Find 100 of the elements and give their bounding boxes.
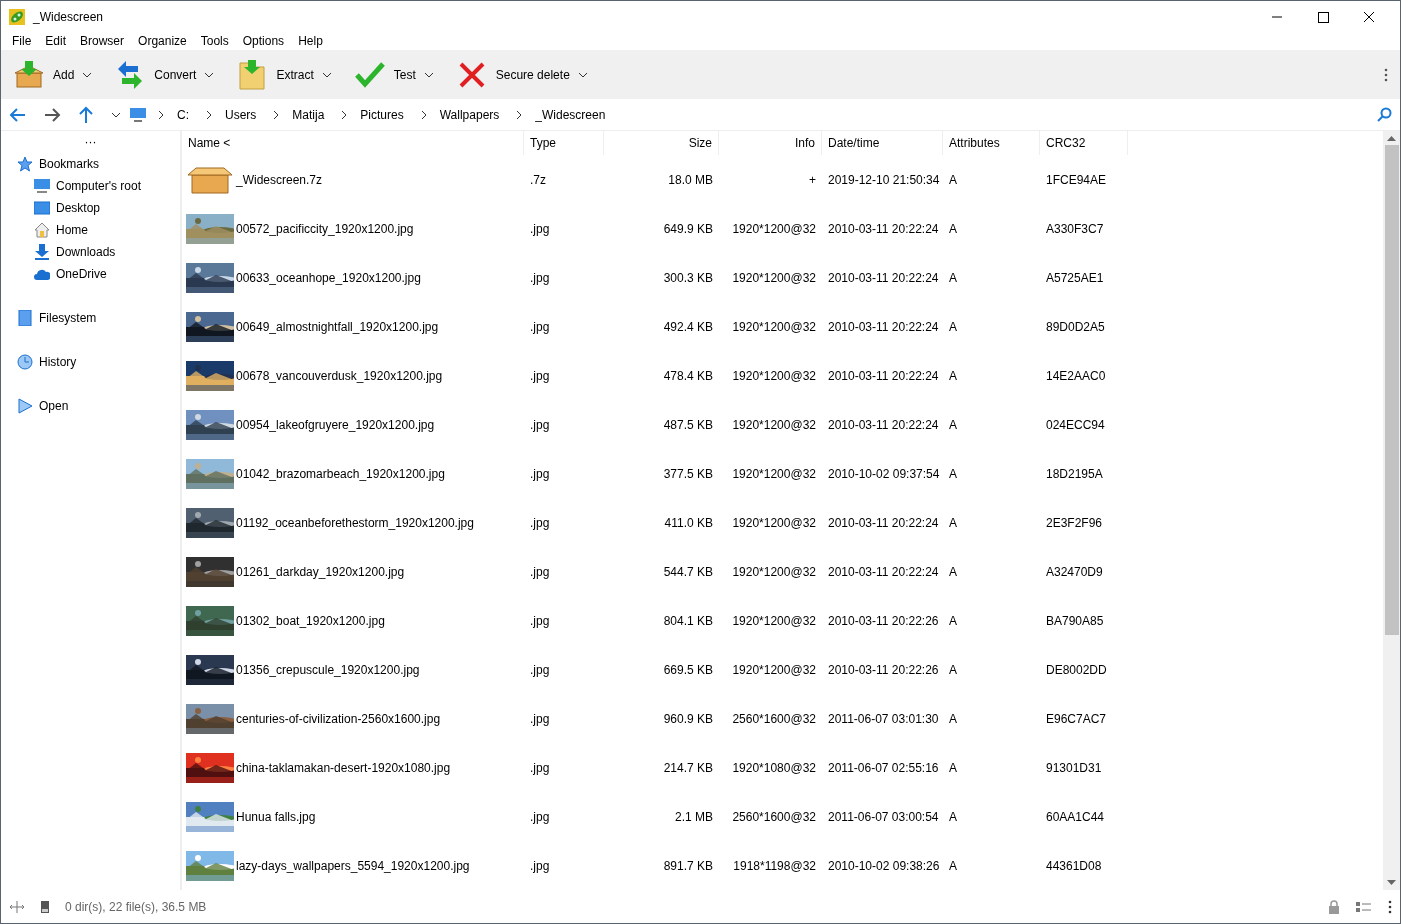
forward-icon[interactable] (43, 105, 61, 124)
column-header[interactable]: Size (604, 131, 719, 155)
file-crc: 1FCE94AE (1046, 172, 1107, 187)
scrollbar-thumb[interactable] (1384, 145, 1399, 635)
menu-item[interactable]: File (5, 32, 39, 50)
add-button[interactable]: Add (5, 54, 83, 95)
file-date: 2010-03-11 20:22:24 (828, 270, 939, 285)
sidebar-item[interactable]: Desktop (1, 197, 180, 219)
scroll-down-icon[interactable] (1387, 880, 1396, 886)
up-icon[interactable] (77, 105, 95, 124)
file-type: .jpg (530, 809, 550, 824)
breadcrumb-item[interactable]: Users (219, 105, 263, 124)
more-button[interactable]: ··· (84, 131, 97, 153)
file-type: .jpg (530, 613, 550, 628)
file-crc: 60AA1C44 (1046, 809, 1105, 824)
chevron-icon (205, 109, 213, 120)
breadcrumb-item[interactable]: Pictures (354, 105, 410, 124)
dropdown-icon[interactable] (423, 71, 434, 78)
file-crc: 14E2AAC0 (1046, 368, 1106, 383)
menu-item[interactable]: Options (235, 32, 292, 50)
window-title: _Widescreen (33, 8, 104, 26)
file-name: 00678_vancouverdusk_1920x1200.jpg (236, 367, 443, 385)
extract-button[interactable]: Extract (228, 54, 322, 95)
menu-item[interactable]: Organize (131, 32, 194, 50)
file-crc: 024ECC94 (1046, 417, 1105, 432)
play-icon (17, 398, 33, 414)
file-info: 1920*1200@32 (732, 417, 816, 432)
breadcrumb-item[interactable]: C: (171, 105, 195, 124)
file-type: .jpg (530, 417, 550, 432)
menu-item[interactable]: Tools (193, 32, 236, 50)
dropdown-icon[interactable] (577, 71, 588, 78)
column-header[interactable]: Type (524, 131, 604, 155)
column-header[interactable]: Info (719, 131, 822, 155)
chevron-icon (419, 109, 428, 120)
file-date: 2010-03-11 20:22:26 (828, 662, 939, 677)
file-type: .jpg (530, 662, 550, 677)
file-date: 2010-03-11 20:22:24 (828, 368, 939, 383)
file-date: 2010-03-11 20:22:24 (828, 417, 939, 432)
status-text: 0 dir(s), 22 file(s), 36.5 MB (65, 898, 207, 916)
file-attributes: A (949, 711, 957, 726)
sidebar-item[interactable]: Computer's root (1, 175, 180, 197)
sidebar-item[interactable]: History (1, 351, 180, 373)
file-date: 2010-10-02 09:37:54 (828, 466, 940, 481)
sidebar-item[interactable]: Downloads (1, 241, 180, 263)
dropdown-icon[interactable] (204, 71, 215, 78)
sidebar-item[interactable]: Bookmarks (1, 153, 180, 175)
drive-icon (17, 310, 33, 326)
file-size: 649.9 KB (663, 221, 713, 236)
file-name: 00572_pacificcity_1920x1200.jpg (236, 220, 414, 238)
menu-item[interactable]: Help (291, 32, 330, 50)
menu-item[interactable]: Browser (73, 32, 132, 50)
menu-item[interactable]: Edit (38, 32, 74, 50)
star-icon (17, 156, 33, 172)
file-info: 2560*1600@32 (732, 711, 816, 726)
back-icon[interactable] (9, 105, 27, 124)
file-size: 2.1 MB (675, 809, 713, 824)
file-name: 01261_darkday_1920x1200.jpg (236, 563, 405, 581)
file-attributes: A (949, 368, 957, 383)
secure-delete-button[interactable]: Secure delete (447, 54, 578, 95)
file-size: 669.5 KB (663, 662, 713, 677)
view-icon[interactable] (1356, 900, 1372, 913)
file-attributes: A (949, 270, 957, 285)
file-name: Hunua falls.jpg (236, 808, 316, 826)
file-type: .jpg (530, 466, 550, 481)
scroll-up-icon[interactable] (1387, 135, 1396, 141)
file-size: 804.1 KB (663, 613, 713, 628)
chevron-icon (157, 109, 165, 120)
computer-icon[interactable] (129, 106, 147, 123)
convert-button[interactable]: Convert (106, 54, 205, 95)
column-header[interactable]: CRC32 (1040, 131, 1128, 155)
sidebar-item[interactable]: Filesystem (1, 307, 180, 329)
breadcrumb-item[interactable]: Wallpapers (433, 105, 506, 124)
file-crc: 91301D31 (1046, 760, 1102, 775)
more-icon[interactable] (1388, 899, 1392, 914)
breadcrumb-item[interactable]: _Widescreen (529, 105, 612, 124)
test-button[interactable]: Test (345, 54, 424, 95)
more-icon[interactable] (1384, 67, 1388, 82)
resize-icon[interactable] (9, 899, 25, 914)
file-size: 544.7 KB (663, 564, 713, 579)
sidebar-item[interactable]: Open (1, 395, 180, 417)
sidebar-item[interactable]: OneDrive (1, 263, 180, 285)
column-header[interactable]: Name < (182, 131, 524, 155)
file-info: 1920*1200@32 (732, 270, 816, 285)
dropdown-icon[interactable] (321, 71, 332, 78)
lock-icon[interactable] (1328, 899, 1340, 914)
column-header[interactable]: Date/time (822, 131, 943, 155)
breadcrumb-item[interactable]: Matija (286, 105, 331, 124)
file-info: 1918*1198@32 (733, 858, 816, 873)
dropdown-icon[interactable] (111, 111, 121, 118)
file-info: 1920*1200@32 (732, 613, 816, 628)
dropdown-icon[interactable] (82, 71, 93, 78)
search-icon[interactable] (1376, 106, 1392, 123)
file-date: 2010-03-11 20:22:24 (828, 515, 939, 530)
file-name: centuries-of-civilization-2560x1600.jpg (236, 710, 441, 728)
file-attributes: A (949, 319, 957, 334)
file-name: _Widescreen.7z (236, 171, 323, 189)
column-header[interactable]: Attributes (943, 131, 1040, 155)
file-crc: E96C7AC7 (1046, 711, 1107, 726)
file-info: 2560*1600@32 (732, 809, 816, 824)
sidebar-item[interactable]: Home (1, 219, 180, 241)
